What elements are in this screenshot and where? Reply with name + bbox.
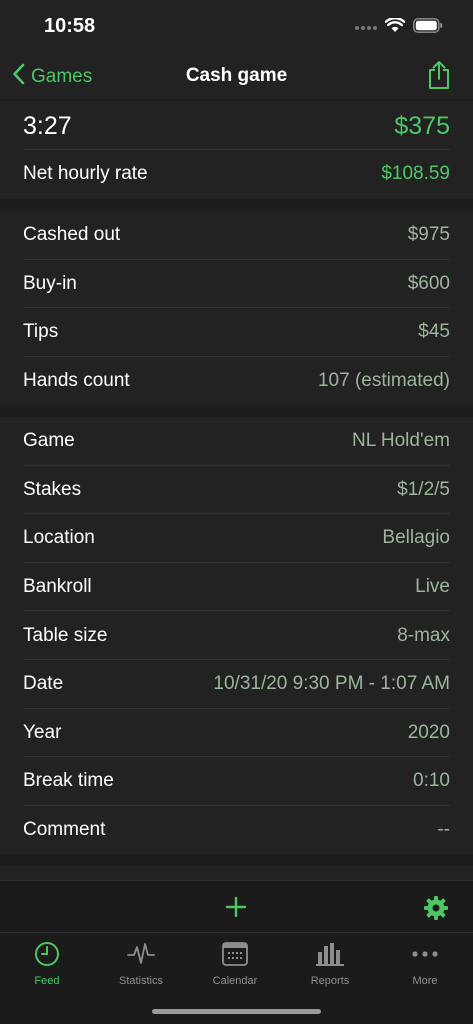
clock-icon <box>0 939 94 969</box>
game-detail-label: Break time <box>23 770 114 792</box>
section-separator <box>0 854 473 866</box>
plus-icon <box>225 896 247 922</box>
tab-feed[interactable]: Feed <box>0 939 94 987</box>
tab-label: More <box>412 975 438 987</box>
game-detail-value: NL Hold'em <box>352 430 450 452</box>
battery-icon <box>413 18 443 38</box>
home-indicator[interactable] <box>152 1009 321 1014</box>
game-detail-value: 2020 <box>407 721 450 743</box>
game-detail-label: Stakes <box>23 478 82 500</box>
game-detail-row[interactable]: Comment -- <box>0 806 473 855</box>
money-detail-label: Cashed out <box>23 224 121 246</box>
game-detail-label: Comment <box>23 819 106 841</box>
status-icons <box>355 17 443 38</box>
hourly-rate-value: $108.59 <box>381 163 450 185</box>
tab-statistics[interactable]: Statistics <box>94 939 188 987</box>
tab-reports[interactable]: Reports <box>283 939 377 987</box>
game-detail-value: Live <box>415 576 450 598</box>
money-detail-label: Hands count <box>23 370 130 392</box>
bar-chart-icon <box>283 939 377 969</box>
hourly-rate-row[interactable]: Net hourly rate $108.59 <box>0 150 473 199</box>
signal-icon <box>355 19 377 37</box>
game-detail-row[interactable]: Bankroll Live <box>0 563 473 612</box>
summary-section: 3:27 $375 Net hourly rate $108.59 <box>0 102 473 199</box>
money-detail-row[interactable]: Hands count 107 (estimated) <box>0 357 473 406</box>
game-detail-label: Table size <box>23 624 108 646</box>
result-row: 3:27 $375 <box>0 102 473 150</box>
money-detail-row[interactable]: Buy-in $600 <box>0 260 473 309</box>
game-detail-value: 10/31/20 9:30 PM - 1:07 AM <box>213 673 450 695</box>
game-detail-label: Location <box>23 527 95 549</box>
gear-icon <box>423 896 449 925</box>
money-detail-value: $600 <box>407 272 450 294</box>
game-detail-row[interactable]: Location Bellagio <box>0 514 473 563</box>
game-detail-value: 0:10 <box>413 770 450 792</box>
tab-label: Feed <box>34 975 60 987</box>
game-detail-value: Bellagio <box>382 527 450 549</box>
tab-label: Calendar <box>212 975 258 987</box>
game-detail-label: Bankroll <box>23 576 92 598</box>
tab-label: Statistics <box>118 975 163 987</box>
page-title: Cash game <box>185 65 288 86</box>
settings-button[interactable] <box>423 895 449 926</box>
bottom-toolbar <box>0 880 473 932</box>
money-section: Cashed out $975 Buy-in $600 Tips $45 Hands cou… <box>0 211 473 405</box>
status-time: 10:58 <box>44 15 96 37</box>
money-detail-value: $975 <box>407 224 450 246</box>
section-separator <box>0 405 473 417</box>
game-detail-label: Year <box>23 721 62 743</box>
status-bar: 10:58 <box>0 0 473 52</box>
money-detail-row[interactable]: Tips $45 <box>0 308 473 357</box>
game-detail-label: Date <box>23 673 64 695</box>
money-detail-row[interactable]: Cashed out $975 <box>0 211 473 260</box>
tab-calendar[interactable]: Calendar <box>188 939 282 987</box>
game-detail-value: -- <box>437 819 450 841</box>
share-button[interactable] <box>427 60 451 95</box>
session-profit: $375 <box>394 111 450 140</box>
game-detail-row[interactable]: Year 2020 <box>0 709 473 758</box>
money-detail-value: 107 (estimated) <box>317 370 450 392</box>
tab-more[interactable]: More <box>378 939 472 987</box>
game-detail-row[interactable]: Break time 0:10 <box>0 757 473 806</box>
wifi-icon <box>384 17 406 38</box>
calendar-icon <box>188 939 282 969</box>
money-detail-value: $45 <box>418 321 450 343</box>
game-detail-label: Game <box>23 430 75 452</box>
game-detail-row[interactable]: Table size 8-max <box>0 611 473 660</box>
game-detail-value: $1/2/5 <box>397 478 450 500</box>
ellipsis-icon <box>378 939 472 969</box>
game-detail-row[interactable]: Stakes $1/2/5 <box>0 466 473 515</box>
money-detail-label: Buy-in <box>23 272 77 294</box>
money-detail-label: Tips <box>23 321 59 343</box>
section-separator <box>0 199 473 211</box>
session-duration: 3:27 <box>23 111 72 140</box>
navigation-bar: Games Cash game <box>0 52 473 101</box>
tab-label: Reports <box>310 975 350 987</box>
share-icon <box>427 61 451 94</box>
add-button[interactable] <box>225 896 247 923</box>
pulse-icon <box>94 939 188 969</box>
game-detail-value: 8-max <box>397 624 450 646</box>
details-section: Game NL Hold'em Stakes $1/2/5 Location Bellag… <box>0 417 473 854</box>
hourly-rate-label: Net hourly rate <box>23 163 148 185</box>
game-detail-row[interactable]: Date 10/31/20 9:30 PM - 1:07 AM <box>0 660 473 709</box>
game-detail-row[interactable]: Game NL Hold'em <box>0 417 473 466</box>
